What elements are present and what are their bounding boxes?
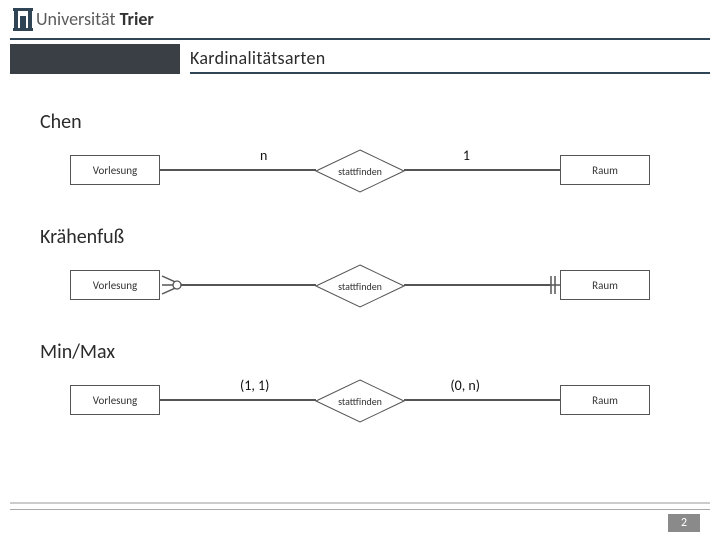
relationship-label: stattfinden <box>315 379 405 423</box>
university-name: Universität Trier <box>36 8 154 30</box>
entity-right: Raum <box>560 270 650 300</box>
slide: Universität Trier Kardinalitätsarten Che… <box>0 0 720 540</box>
entity-left: Vorlesung <box>70 270 160 300</box>
diagram-minmax: Vorlesung (1, 1) stattfinden (0, n) Raum <box>70 375 650 427</box>
university-name-bold: Trier <box>120 8 154 30</box>
entity-right: Raum <box>560 385 650 415</box>
footer-rule <box>10 502 710 504</box>
section-label-crow: Krähenfuß <box>40 225 124 249</box>
relationship-label: stattfinden <box>315 264 405 308</box>
university-name-light: Universität <box>36 8 115 30</box>
slide-title: Kardinalitätsarten <box>190 47 326 69</box>
crows-foot-icon <box>160 274 182 296</box>
relationship-diamond: stattfinden <box>315 379 405 423</box>
cardinality-chen-left: n <box>260 147 267 164</box>
connector-right <box>404 399 560 401</box>
gate-icon <box>12 6 34 32</box>
entity-right: Raum <box>560 155 650 185</box>
entity-left: Vorlesung <box>70 155 160 185</box>
section-label-chen: Chen <box>40 110 82 134</box>
one-bar-icon <box>546 274 560 296</box>
section-label-minmax: Min/Max <box>40 340 115 364</box>
header-rule <box>10 38 710 40</box>
connector-right <box>404 169 560 171</box>
connector-right <box>404 284 550 286</box>
title-bar-block <box>10 44 180 74</box>
cardinality-chen-right: 1 <box>463 147 470 164</box>
relationship-diamond: stattfinden <box>315 149 405 193</box>
entity-left: Vorlesung <box>70 385 160 415</box>
connector-left <box>160 169 316 171</box>
footer-subrule <box>10 509 710 510</box>
cardinality-minmax-right: (0, n) <box>450 377 480 394</box>
relationship-label: stattfinden <box>315 149 405 193</box>
university-logo: Universität Trier <box>12 6 154 32</box>
title-bar: Kardinalitätsarten <box>190 44 710 74</box>
page-number: 2 <box>668 514 700 532</box>
connector-left <box>180 284 316 286</box>
diagram-chen: Vorlesung n stattfinden 1 Raum <box>70 145 650 197</box>
diagram-crow: Vorlesung stattfinden Raum <box>70 260 650 312</box>
connector-left <box>160 399 316 401</box>
relationship-diamond: stattfinden <box>315 264 405 308</box>
cardinality-minmax-left: (1, 1) <box>240 377 269 394</box>
